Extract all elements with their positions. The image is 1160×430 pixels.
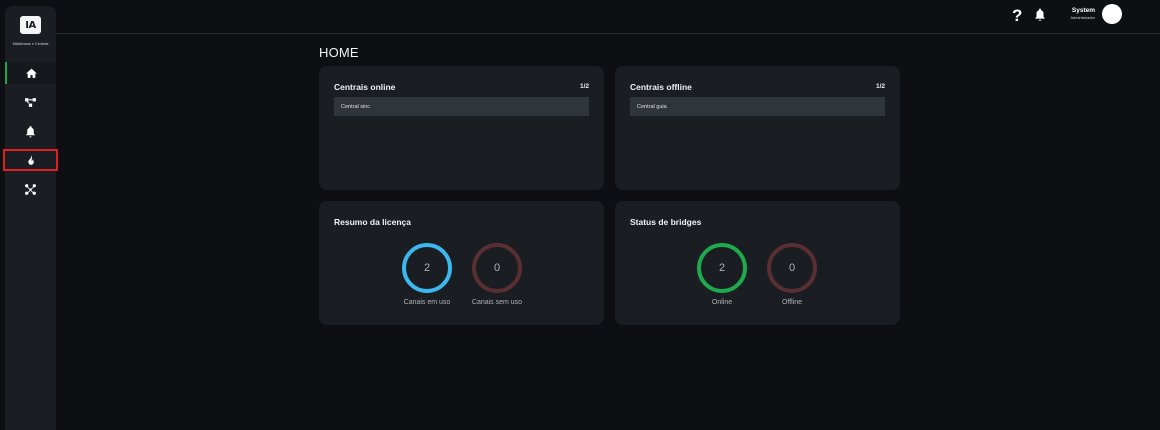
page-title: HOME — [319, 45, 359, 60]
sidebar-item-fire[interactable] — [3, 149, 58, 171]
card-resumo-licenca: Resumo da licença 2 Canais em uso 0 Cana… — [319, 201, 604, 325]
logo-text: IA — [25, 19, 36, 31]
fire-icon — [28, 154, 34, 165]
notifications-bell-icon[interactable] — [1033, 7, 1047, 22]
user-name: System — [1071, 7, 1095, 14]
list-item[interactable]: Central guia — [630, 97, 885, 116]
sidebar-item-home[interactable] — [5, 62, 56, 84]
sidebar-item-network[interactable] — [5, 91, 56, 113]
card-centrais-online: Centrais online 1/2 Central sinc — [319, 66, 604, 190]
avatar[interactable] — [1102, 4, 1122, 24]
card-title: Centrais offline — [630, 82, 692, 92]
network-icon — [25, 97, 36, 107]
card-count: 1/2 — [875, 83, 885, 90]
sidebar-item-alerts[interactable] — [5, 120, 56, 142]
app-logo[interactable]: IA — [20, 16, 41, 34]
ring-label: Canais sem uso — [471, 299, 523, 306]
topbar-divider — [56, 33, 1160, 34]
help-icon[interactable]: ? — [1012, 6, 1022, 26]
card-count: 1/2 — [579, 83, 589, 90]
sidebar-item-drone[interactable] — [5, 178, 56, 200]
card-title: Status de bridges — [630, 217, 702, 227]
list-item[interactable]: Central sinc — [334, 97, 589, 116]
ring-canais-sem-uso: 0 — [472, 243, 522, 293]
sidebar: IA Middleware e Centrais — [3, 6, 58, 430]
bell-icon — [26, 125, 35, 137]
ring-online: 2 — [697, 243, 747, 293]
card-status-bridges: Status de bridges 2 Online 0 Offline — [615, 201, 900, 325]
drone-icon — [25, 183, 36, 195]
ring-canais-em-uso: 2 — [402, 243, 452, 293]
card-title: Centrais online — [334, 82, 396, 92]
card-title: Resumo da licença — [334, 217, 412, 227]
home-icon — [26, 68, 37, 78]
logo-caption: Middleware e Centrais — [12, 42, 49, 46]
card-centrais-offline: Centrais offline 1/2 Central guia — [615, 66, 900, 190]
ring-label: Canais em uso — [403, 299, 451, 306]
ring-offline: 0 — [767, 243, 817, 293]
ring-label: Offline — [781, 299, 803, 306]
ring-label: Online — [711, 299, 733, 306]
user-role: Administrador — [1070, 15, 1095, 20]
